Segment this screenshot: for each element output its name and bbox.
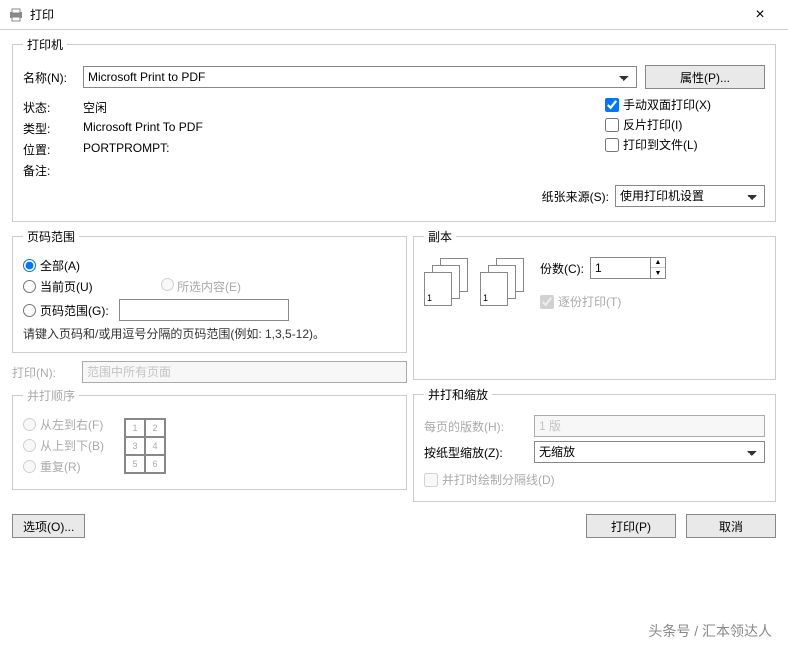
print-button[interactable]: 打印(P)	[586, 514, 676, 538]
printer-icon	[8, 7, 24, 23]
copies-count-input[interactable]	[590, 257, 650, 279]
range-pages-input[interactable]	[119, 299, 289, 321]
order-lr-label: 从左到右(F)	[40, 416, 103, 433]
tofile-label: 打印到文件(L)	[623, 136, 698, 153]
pages-per-select: 1 版	[534, 415, 765, 437]
collate-icon-1: 321	[424, 258, 474, 308]
properties-button[interactable]: 属性(P)...	[645, 65, 765, 89]
spinner-down-icon[interactable]: ▼	[651, 268, 665, 278]
where-value: PORTPROMPT:	[83, 141, 597, 158]
comment-label: 备注:	[23, 162, 83, 179]
order-diagram-icon: 123456	[124, 418, 166, 474]
printer-name-select[interactable]: Microsoft Print to PDF	[83, 66, 637, 88]
order-repeat-label: 重复(R)	[40, 458, 81, 475]
range-hint: 请键入页码和/或用逗号分隔的页码范围(例如: 1,3,5-12)。	[23, 325, 396, 342]
duplex-label: 手动双面打印(X)	[623, 96, 711, 113]
page-range-group: 页码范围 全部(A) 当前页(U) 所选内容(E) 页码范围(G): 请键入页码…	[12, 228, 407, 353]
range-current-label: 当前页(U)	[40, 278, 93, 295]
printer-name-label: 名称(N):	[23, 69, 83, 86]
range-pages-label: 页码范围(G):	[40, 302, 109, 319]
where-label: 位置:	[23, 141, 83, 158]
range-current-radio[interactable]	[23, 280, 36, 293]
collate-icon-2: 321	[480, 258, 530, 308]
type-value: Microsoft Print To PDF	[83, 120, 597, 137]
bottom-bar: 选项(O)... 打印(P) 取消	[0, 508, 788, 544]
status-value: 空闲	[83, 99, 597, 116]
window-title: 打印	[30, 6, 740, 23]
paper-source-select[interactable]: 使用打印机设置	[615, 185, 765, 207]
draw-lines-checkbox	[424, 473, 438, 487]
order-repeat-radio	[23, 460, 36, 473]
options-button[interactable]: 选项(O)...	[12, 514, 85, 538]
duplex-checkbox[interactable]	[605, 98, 619, 112]
page-range-legend: 页码范围	[23, 228, 79, 245]
watermark: 头条号 / 汇本领达人	[642, 619, 778, 643]
order-tb-label: 从上到下(B)	[40, 437, 104, 454]
reverse-label: 反片打印(I)	[623, 116, 682, 133]
range-all-label: 全部(A)	[40, 257, 80, 274]
comment-value	[83, 162, 597, 179]
close-button[interactable]: ×	[740, 6, 780, 24]
printer-legend: 打印机	[23, 36, 67, 53]
range-selection-label: 所选内容(E)	[177, 280, 241, 294]
printwhat-select: 范围中所有页面	[82, 361, 407, 383]
draw-lines-label: 并打时绘制分隔线(D)	[442, 471, 555, 488]
status-label: 状态:	[23, 99, 83, 116]
copies-legend: 副本	[424, 228, 456, 245]
scale-label: 按纸型缩放(Z):	[424, 444, 534, 461]
collate-label: 逐份打印(T)	[558, 293, 621, 310]
range-selection-radio	[161, 278, 174, 291]
print-order-legend: 并打顺序	[23, 387, 79, 404]
printer-group: 打印机 名称(N): Microsoft Print to PDF 属性(P).…	[12, 36, 776, 222]
order-lr-radio	[23, 418, 36, 431]
range-pages-radio[interactable]	[23, 304, 36, 317]
zoom-group: 并打和缩放 每页的版数(H): 1 版 按纸型缩放(Z): 无缩放 并打时绘制分…	[413, 386, 776, 502]
tofile-checkbox[interactable]	[605, 138, 619, 152]
zoom-legend: 并打和缩放	[424, 386, 492, 403]
copies-count-label: 份数(C):	[540, 260, 584, 277]
collate-checkbox	[540, 295, 554, 309]
paper-source-label: 纸张来源(S):	[542, 188, 609, 205]
print-order-group: 并打顺序 从左到右(F) 从上到下(B) 重复(R) 123456	[12, 387, 407, 490]
scale-select[interactable]: 无缩放	[534, 441, 765, 463]
reverse-checkbox[interactable]	[605, 118, 619, 132]
copies-group: 副本 321 321 份数(C): ▲▼	[413, 228, 776, 380]
range-all-radio[interactable]	[23, 259, 36, 272]
printwhat-label: 打印(N):	[12, 364, 82, 381]
spinner-up-icon[interactable]: ▲	[651, 258, 665, 268]
order-tb-radio	[23, 439, 36, 452]
titlebar: 打印 ×	[0, 0, 788, 30]
copies-spinner[interactable]: ▲▼	[590, 257, 666, 279]
cancel-button[interactable]: 取消	[686, 514, 776, 538]
type-label: 类型:	[23, 120, 83, 137]
pages-per-label: 每页的版数(H):	[424, 418, 534, 435]
